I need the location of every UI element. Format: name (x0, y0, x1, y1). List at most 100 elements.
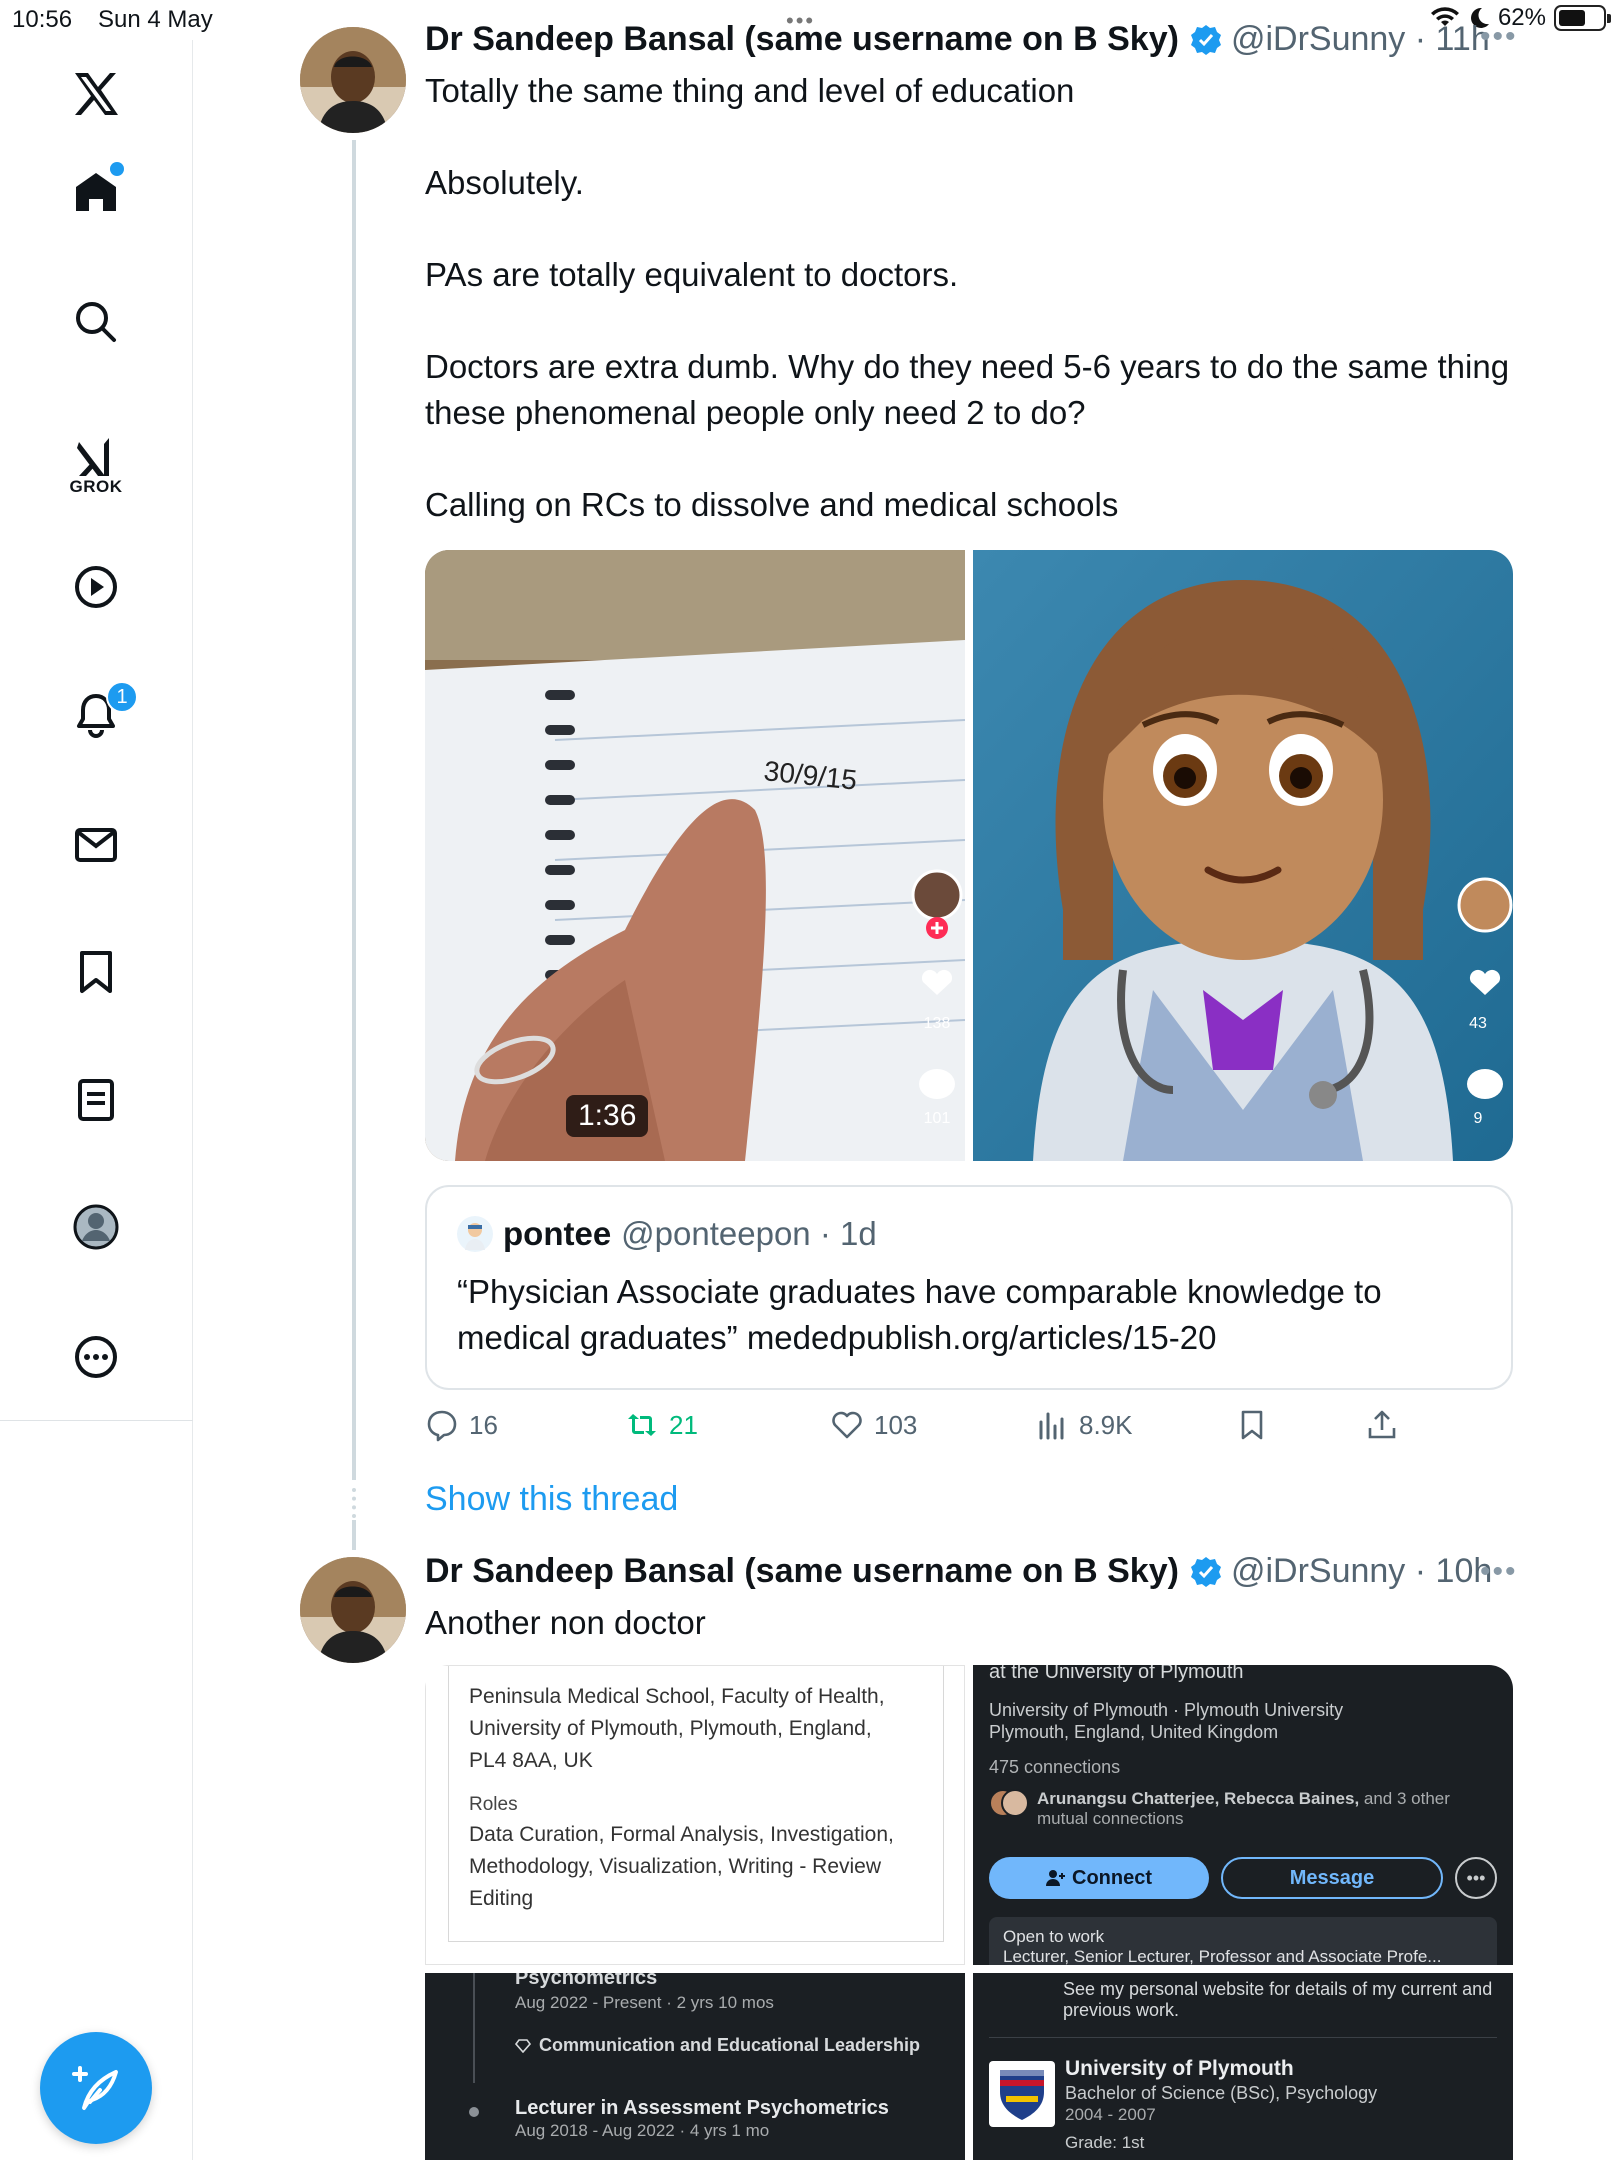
tweet-header: Dr Sandeep Bansal (same username on B Sk… (425, 1552, 1492, 1591)
open-to-work-card: Open to work Lecturer, Senior Lecturer, … (989, 1917, 1497, 1965)
sidebar-item-profile[interactable] (64, 1195, 128, 1259)
open-to-work-label: Open to work (1003, 1927, 1105, 1946)
tweet-paragraph: Totally the same thing and level of educ… (425, 72, 1075, 109)
views-button[interactable]: 8.9K (1035, 1408, 1133, 1442)
author-handle[interactable]: @iDrSunny (1231, 20, 1405, 59)
image-affiliation[interactable]: Peninsula Medical School, Faculty of Hea… (425, 1665, 965, 1965)
retweet-count: 21 (669, 1409, 698, 1440)
experience-role-dates: Aug 2018 - Aug 2022 · 4 yrs 1 mo (515, 2121, 770, 2140)
author-name[interactable]: Dr Sandeep Bansal (same username on B Sk… (425, 1552, 1179, 1591)
timeline-dot (469, 2107, 479, 2117)
media-video-notebook[interactable]: 30/9/15 138 101 (425, 550, 966, 1161)
share-button[interactable] (1365, 1408, 1399, 1442)
image-linkedin-profile[interactable]: at the University of Plymouth University… (973, 1665, 1513, 1965)
video-icon (75, 566, 117, 608)
left-likes-count: 138 (924, 1015, 951, 1032)
mutual-line2: mutual connections (1037, 1809, 1184, 1828)
home-unread-dot (110, 162, 124, 176)
sidebar-item-home[interactable] (64, 160, 128, 224)
more-icon (75, 1336, 117, 1378)
author-handle[interactable]: @iDrSunny (1231, 1552, 1405, 1591)
sidebar-item-messages[interactable] (64, 813, 128, 877)
status-time: 10:56 (12, 6, 73, 33)
education-years: 2004 - 2007 (1065, 2105, 1156, 2124)
tweet-image-grid[interactable]: Peninsula Medical School, Faculty of Hea… (425, 1665, 1513, 2160)
avatar[interactable] (300, 27, 406, 133)
grok-label: GROK (69, 477, 123, 496)
author-name[interactable]: Dr Sandeep Bansal (same username on B Sk… (425, 20, 1179, 59)
media-video-emoji-doctor[interactable]: 43 9 (973, 550, 1513, 1161)
verified-badge-icon (1190, 24, 1221, 55)
quote-avatar[interactable] (457, 1216, 493, 1252)
avatar[interactable] (300, 1557, 406, 1663)
sidebar-item-lists[interactable] (64, 1068, 128, 1132)
mutual-avatars (989, 1789, 1029, 1819)
status-date: Sun 4 May (98, 6, 213, 33)
sidebar-item-video[interactable] (64, 555, 128, 619)
profile-icon (73, 1204, 119, 1250)
sidebar-item-more[interactable] (64, 1325, 128, 1389)
mutual-connections: Arunangsu Chatterjee, Rebecca Baines, an… (989, 1789, 1450, 1829)
image-experience[interactable]: Psychometrics Aug 2022 - Present · 2 yrs… (425, 1973, 965, 2160)
profile-top-line: at the University of Plymouth (989, 1665, 1244, 1683)
sidebar-item-grok[interactable]: GROK (64, 425, 128, 496)
retweet-button[interactable]: 21 (625, 1408, 698, 1442)
heart-icon (832, 1411, 862, 1439)
profile-org-line: University of Plymouth · Plymouth Univer… (989, 1700, 1344, 1720)
tweet-paragraph: Doctors are extra dumb. Why do they need… (425, 348, 1510, 431)
sidebar: GROK 1 (0, 40, 193, 2160)
image-education[interactable]: See my personal website for details of m… (973, 1973, 1513, 2160)
sidebar-item-notifications[interactable]: 1 (64, 681, 138, 747)
battery-fill (1559, 10, 1586, 26)
like-button[interactable]: 103 (830, 1408, 917, 1442)
sidebar-divider (0, 1420, 193, 1421)
reply-icon (427, 1410, 457, 1442)
sidebar-item-search[interactable] (64, 290, 128, 354)
bookmark-button[interactable] (1235, 1408, 1269, 1442)
profile-org: University of Plymouth · Plymouth Univer… (989, 1699, 1343, 1743)
profile-connections: 475 connections (989, 1757, 1121, 1777)
mutual-names: Arunangsu Chatterjee, Rebecca Baines, (1037, 1789, 1360, 1808)
show-thread-link[interactable]: Show this thread (425, 1480, 678, 1519)
roles-line: Editing (469, 1887, 534, 1910)
affiliation-line: University of Plymouth, Plymouth, Englan… (469, 1717, 872, 1740)
roles-label: Roles (469, 1794, 518, 1815)
share-icon (1368, 1410, 1396, 1439)
video-duration: 1:36 (566, 1095, 649, 1137)
separator-dot: · (1405, 1552, 1436, 1590)
right-likes-count: 43 (1469, 1015, 1487, 1032)
thread-line-connector (352, 1520, 356, 1550)
sidebar-item-bookmarks[interactable] (64, 940, 128, 1004)
separator-dot: · (810, 1215, 840, 1252)
divider (989, 2037, 1497, 2038)
tweet-actions: 16 21 103 8.9K (425, 1408, 1535, 1458)
university-crest-icon (989, 2061, 1055, 2127)
tweet-more-button[interactable]: ••• (1480, 1555, 1518, 1589)
tweet-paragraph: Another non doctor (425, 1604, 706, 1641)
messages-icon (75, 828, 117, 862)
tweet-media[interactable]: 30/9/15 138 101 43 9 (425, 550, 1513, 1161)
experience-title: Psychometrics (515, 1973, 658, 1989)
experience-skill: Communication and Educational Leadership (515, 2035, 920, 2056)
verified-badge-icon (1190, 1556, 1221, 1587)
left-comments-count: 101 (924, 1110, 951, 1127)
reply-count: 16 (469, 1409, 498, 1440)
notifications-badge: 1 (106, 681, 138, 713)
tweet-paragraph: Calling on RCs to dissolve and medical s… (425, 486, 1119, 523)
battery-icon (1554, 5, 1611, 31)
search-icon (76, 302, 116, 342)
x-logo-icon[interactable] (64, 62, 128, 126)
education-grade: Grade: 1st (1065, 2133, 1145, 2152)
quote-author-name[interactable]: pontee (503, 1215, 611, 1253)
education-note: See my personal website for details of m… (1063, 1979, 1493, 2020)
reply-button[interactable]: 16 (425, 1408, 498, 1442)
compose-button[interactable] (40, 2032, 152, 2144)
right-comments-count: 9 (1474, 1110, 1483, 1127)
tweet-text: Another non doctor (425, 1600, 1535, 1646)
quoted-tweet[interactable]: pontee @ponteepon · 1d “Physician Associ… (425, 1185, 1513, 1390)
grok-icon (77, 438, 109, 476)
quote-time: 1d (840, 1215, 877, 1252)
tweet-more-button[interactable]: ••• (1480, 20, 1518, 54)
quote-author-handle[interactable]: @ponteepon (621, 1215, 811, 1253)
tweet-header: Dr Sandeep Bansal (same username on B Sk… (425, 20, 1490, 59)
